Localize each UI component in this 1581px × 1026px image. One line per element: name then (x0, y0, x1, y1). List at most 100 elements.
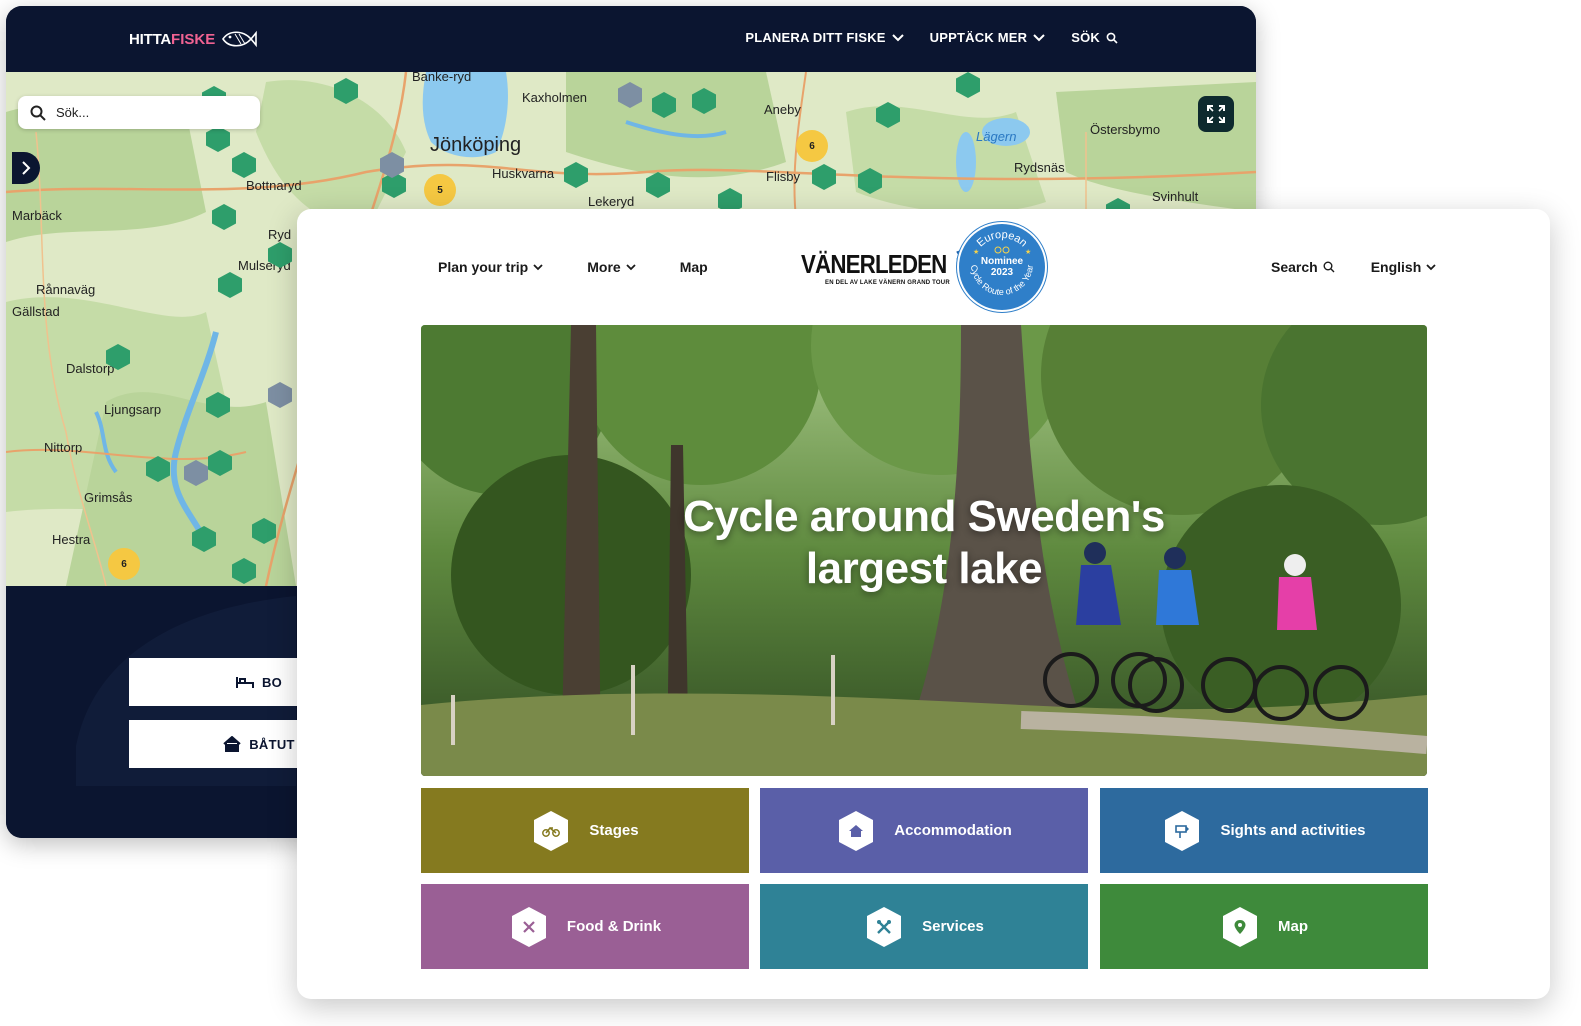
fishing-spot-marker[interactable] (812, 164, 836, 190)
fishing-spot-marker[interactable] (206, 392, 230, 418)
main-nav: Plan your trip More Map (438, 259, 708, 275)
menu-label: UPPTÄCK MER (929, 30, 1028, 45)
tile-sights-and-activities[interactable]: Sights and activities (1100, 788, 1428, 873)
menu-label: PLANERA DITT FISKE (745, 30, 886, 45)
search-icon (30, 105, 46, 121)
cluster-count: 6 (809, 140, 815, 152)
facility-marker[interactable] (184, 460, 208, 486)
fishing-spot-marker[interactable] (334, 78, 358, 104)
search-placeholder: Sök... (56, 105, 90, 120)
map-pin-icon (1234, 919, 1246, 934)
menu-planera-ditt-fiske[interactable]: PLANERA DITT FISKE (745, 30, 904, 45)
vanerleden-logo[interactable]: VÄNERLEDEN EN DEL AV LAKE VÄNERN GRAND T… (801, 249, 979, 286)
fishing-spot-marker[interactable] (564, 162, 588, 188)
svg-text:★: ★ (973, 248, 979, 256)
marker-cluster[interactable]: 5 (424, 174, 456, 206)
nav-more[interactable]: More (587, 259, 636, 275)
map-search-box[interactable]: Sök... (18, 96, 260, 129)
marker-cluster[interactable]: 6 (796, 130, 828, 162)
nav-label: More (587, 259, 621, 275)
hittafiske-header: HITTA FISKE PLANERA DITT FISKE UPPTÄCK ME… (6, 6, 1256, 72)
tile-label: Accommodation (894, 822, 1012, 839)
nav-map[interactable]: Map (680, 259, 708, 275)
cluster-count: 6 (121, 558, 127, 570)
chevron-down-icon (626, 263, 636, 270)
hex-badge (1220, 905, 1260, 949)
tile-accommodation[interactable]: Accommodation (760, 788, 1088, 873)
hittafiske-logo[interactable]: HITTA FISKE (129, 28, 258, 50)
button-label: BÅTUT (249, 736, 295, 752)
facility-marker[interactable] (618, 82, 642, 108)
tile-label: Stages (589, 822, 639, 839)
fishing-spot-marker[interactable] (212, 204, 236, 230)
fishing-spot-marker[interactable] (192, 526, 216, 552)
fishing-spot-marker[interactable] (956, 72, 980, 98)
bicycle-icon (542, 826, 561, 837)
nav-label: Plan your trip (438, 259, 529, 275)
utility-nav: Search English (1271, 259, 1436, 275)
fishing-spot-marker[interactable] (206, 126, 230, 152)
hero-title-line2: largest lake (805, 544, 1043, 593)
fishing-spot-marker[interactable] (268, 242, 292, 268)
tile-stages[interactable]: Stages (421, 788, 749, 873)
badge-top-text: European (975, 229, 1030, 250)
nav-label: Map (679, 259, 708, 275)
house-icon (223, 736, 241, 752)
hex-badge (509, 905, 549, 949)
svg-text:★: ★ (1025, 248, 1031, 256)
vanerleden-header: Plan your trip More Map VÄNERLEDEN EN DE… (297, 209, 1550, 321)
fishing-spot-marker[interactable] (232, 558, 256, 584)
logo-tagline: EN DEL AV LAKE VÄNERN GRAND TOUR (825, 280, 950, 286)
tile-label: Food & Drink (566, 918, 662, 935)
facility-marker[interactable] (380, 152, 404, 178)
hittafiske-main-menu: PLANERA DITT FISKE UPPTÄCK MER SÖK (745, 30, 1118, 45)
logo-text-hitta: HITTA (129, 30, 172, 48)
nav-label: Search (1271, 259, 1318, 275)
button-label: BO (261, 674, 283, 690)
bed-icon (235, 677, 254, 688)
chevron-right-icon (22, 161, 31, 175)
hex-badge (864, 905, 904, 949)
hero-title-line1: Cycle around Sweden's (683, 492, 1165, 541)
menu-upptack-mer[interactable]: UPPTÄCK MER (930, 30, 1046, 45)
fishing-spot-marker[interactable] (652, 92, 676, 118)
facility-marker[interactable] (268, 382, 292, 408)
expand-icon (1207, 105, 1225, 123)
tile-map[interactable]: Map (1100, 884, 1428, 969)
fishing-spot-marker[interactable] (858, 168, 882, 194)
signpost-icon (1175, 824, 1190, 838)
award-badge: European Cycle Route of the Year ★ ★ Nom… (959, 224, 1045, 310)
fishing-spot-marker[interactable] (646, 172, 670, 198)
fullscreen-button[interactable] (1198, 96, 1234, 132)
badge-center: Nominee 2023 (959, 256, 1045, 278)
fishing-spot-marker[interactable] (252, 518, 276, 544)
search-button[interactable]: Search (1271, 259, 1335, 275)
badge-nominee: Nominee (980, 256, 1024, 267)
nav-plan-your-trip[interactable]: Plan your trip (438, 259, 543, 275)
tile-label: Map (1278, 918, 1308, 935)
fishing-spot-marker[interactable] (876, 102, 900, 128)
nav-label: English (1370, 259, 1422, 275)
hex-badge (1162, 809, 1202, 853)
fishing-spot-marker[interactable] (218, 272, 242, 298)
chevron-down-icon (891, 33, 904, 41)
vanerleden-window: Plan your trip More Map VÄNERLEDEN EN DE… (297, 209, 1550, 999)
menu-label: SÖK (1071, 30, 1100, 45)
chevron-down-icon (533, 263, 543, 270)
house-icon (849, 824, 864, 837)
fishing-spot-marker[interactable] (208, 450, 232, 476)
menu-sok[interactable]: SÖK (1071, 30, 1118, 45)
badge-year: 2023 (990, 267, 1014, 278)
marker-cluster[interactable]: 6 (108, 548, 140, 580)
tile-food-and-drink[interactable]: Food & Drink (421, 884, 749, 969)
fishing-spot-marker[interactable] (232, 152, 256, 178)
fishing-spot-marker[interactable] (106, 344, 130, 370)
cutlery-icon (523, 920, 535, 933)
fishing-spot-marker[interactable] (692, 88, 716, 114)
search-icon (1106, 32, 1118, 44)
tile-services[interactable]: Services (760, 884, 1088, 969)
hero-banner: Cycle around Sweden's largest lake (421, 325, 1427, 776)
language-selector[interactable]: English (1371, 259, 1437, 275)
tile-label: Sights and activities (1220, 822, 1366, 839)
fishing-spot-marker[interactable] (146, 456, 170, 482)
